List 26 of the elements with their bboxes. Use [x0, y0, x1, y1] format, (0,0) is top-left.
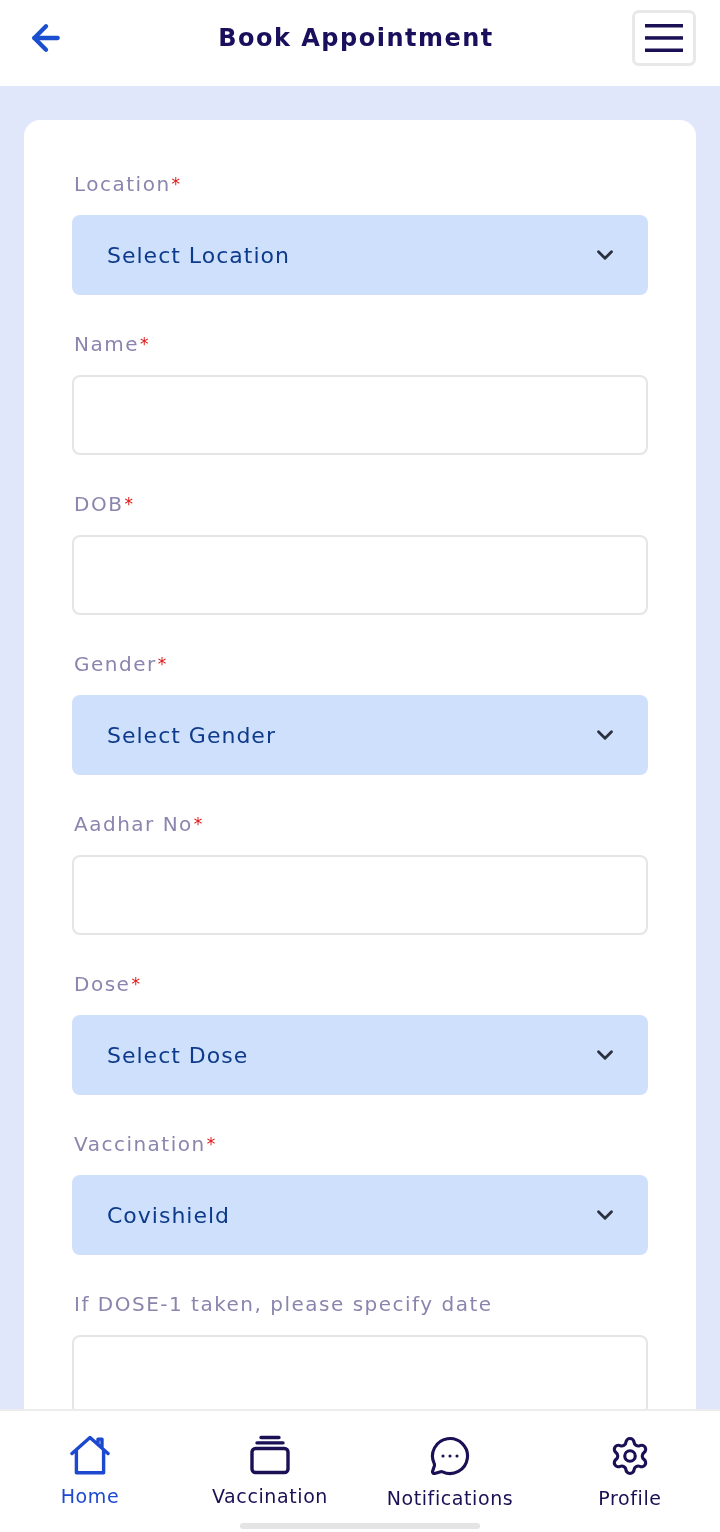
- nav-tab[interactable]: Notifications: [386, 1435, 514, 1511]
- home-icon: [70, 1435, 110, 1475]
- input-field[interactable]: [72, 1335, 648, 1409]
- dropdown-select[interactable]: Select Dose: [72, 1015, 648, 1095]
- field-label: Location*: [73, 171, 182, 198]
- chat-bubble-icon: [429, 1435, 471, 1477]
- field-label: Vaccination*: [73, 1131, 217, 1158]
- field-label: If DOSE-1 taken, please specify date: [73, 1291, 493, 1318]
- page-title: Book Appointment: [217, 24, 495, 52]
- nav-tab[interactable]: Profile: [598, 1435, 662, 1511]
- input-field[interactable]: [72, 855, 648, 935]
- input-field[interactable]: [72, 375, 648, 455]
- field-label: Gender*: [73, 651, 168, 678]
- nav-tab[interactable]: Vaccination: [212, 1435, 328, 1511]
- field-label: Dose*: [73, 971, 142, 998]
- stack-icon: [250, 1435, 290, 1475]
- dropdown-select[interactable]: Select Location: [72, 215, 648, 295]
- menu-icon: [645, 24, 683, 52]
- menu-button[interactable]: [632, 10, 696, 66]
- nav-tab[interactable]: Home: [60, 1435, 120, 1511]
- dropdown-select[interactable]: Covishield: [72, 1175, 648, 1255]
- field-label: DOB*: [73, 491, 135, 518]
- dropdown-select[interactable]: Select Gender: [72, 695, 648, 775]
- field-label: Name*: [73, 331, 150, 358]
- input-field[interactable]: [72, 535, 648, 615]
- field-label: Aadhar No*: [73, 811, 204, 838]
